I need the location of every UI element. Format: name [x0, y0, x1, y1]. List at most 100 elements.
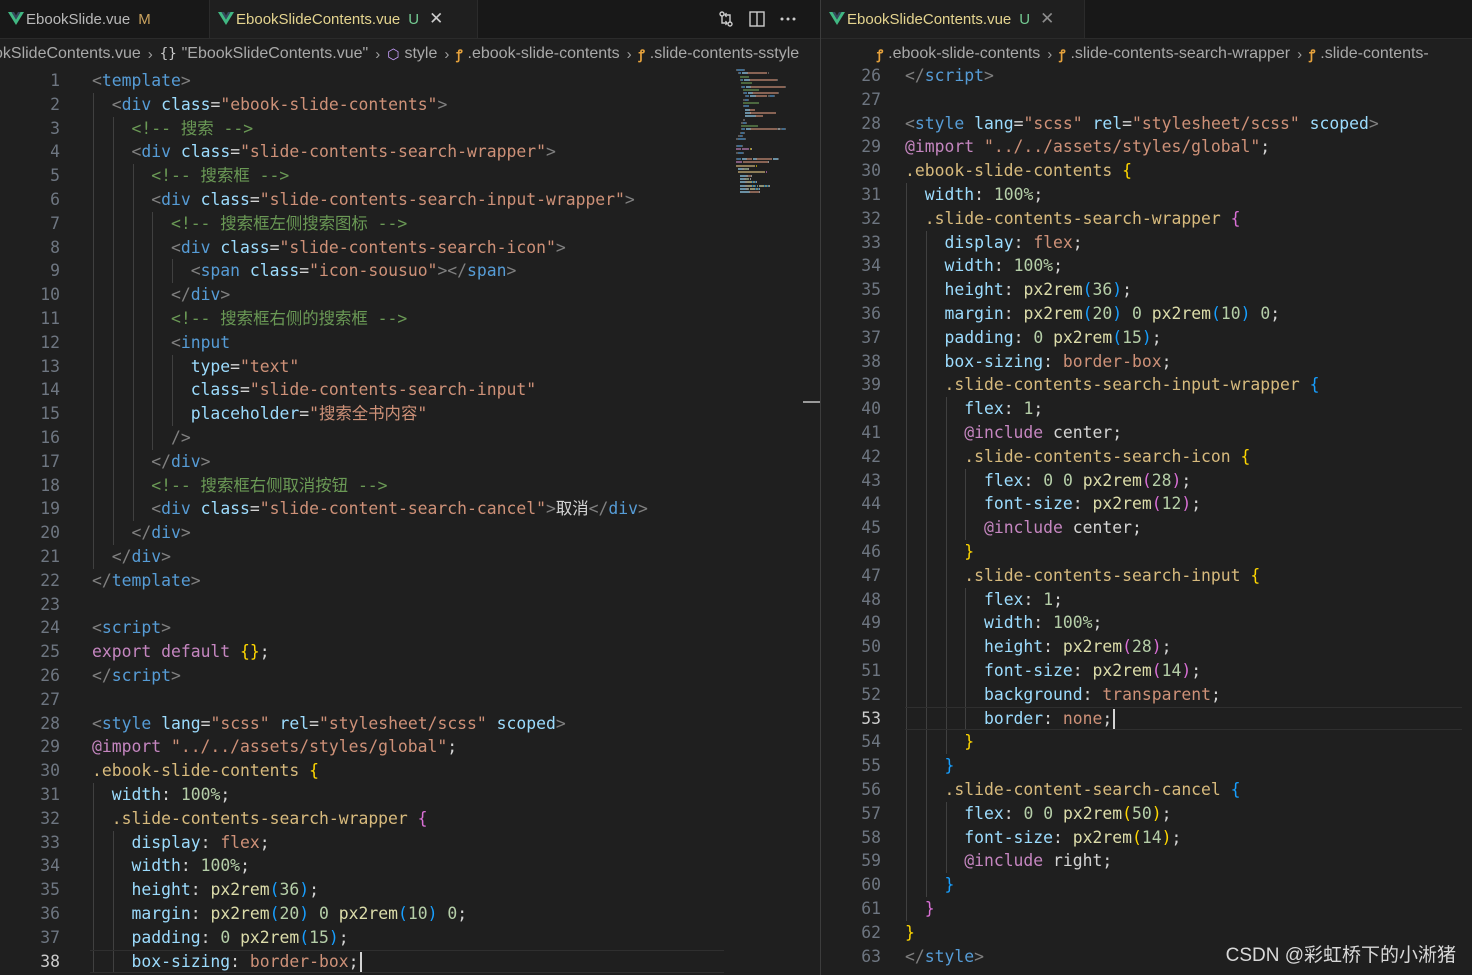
code-line[interactable]: 43 flex: 0 0 px2rem(28);: [821, 468, 1472, 493]
breadcrumb-item-selector[interactable]: ꝭ .ebook-slide-contents: [877, 45, 1040, 63]
code-line[interactable]: 23: [0, 593, 820, 617]
code-line[interactable]: 45 @include center;: [821, 516, 1472, 540]
code-line[interactable]: 57 flex: 0 0 px2rem(50);: [821, 801, 1472, 826]
breadcrumb-item-selector[interactable]: ꝭ .slide-contents-search-wrapper: [1059, 45, 1290, 63]
code-editor-right[interactable]: 26 </script> 27 28 <style lang="scss" rel="s…: [821, 64, 1472, 975]
compare-changes-icon[interactable]: [715, 8, 737, 30]
vertical-scrollbar[interactable]: [800, 69, 820, 975]
code-line[interactable]: 19 <div class="slide-content-search-canc…: [0, 497, 820, 522]
code-line[interactable]: 8 <div class="slide-contents-search-icon…: [0, 235, 820, 260]
tab-ebookslide[interactable]: EbookSlide.vue M: [0, 0, 210, 38]
code-line[interactable]: 38 box-sizing: border-box;: [821, 349, 1472, 374]
code-line[interactable]: 29 @import "../../assets/styles/global";: [821, 135, 1472, 159]
code-line[interactable]: 51 font-size: px2rem(14);: [821, 659, 1472, 683]
code-line[interactable]: 58 font-size: px2rem(14);: [821, 825, 1472, 850]
code-line[interactable]: 26 </script>: [821, 64, 1472, 88]
code-line[interactable]: 31 width: 100%;: [0, 783, 820, 807]
code-line[interactable]: 37 padding: 0 px2rem(15);: [0, 925, 820, 950]
code-line[interactable]: 32 .slide-contents-search-wrapper {: [821, 206, 1472, 231]
code-line[interactable]: 29 @import "../../assets/styles/global";: [0, 735, 820, 759]
code-line[interactable]: 40 flex: 1;: [821, 397, 1472, 421]
breadcrumb-item-component[interactable]: {} "EbookSlideContents.vue": [160, 45, 368, 63]
code-line[interactable]: 21 </div>: [0, 545, 820, 569]
code-line[interactable]: 28 <style lang="scss" rel="stylesheet/scs…: [821, 112, 1472, 136]
more-actions-icon[interactable]: [777, 8, 799, 30]
code-line[interactable]: 37 padding: 0 px2rem(15);: [821, 325, 1472, 350]
code-line[interactable]: 15 placeholder="搜索全书内容": [0, 402, 820, 426]
code-line[interactable]: 46 }: [821, 540, 1472, 564]
code-line[interactable]: 50 height: px2rem(28);: [821, 635, 1472, 659]
code-line[interactable]: 27: [0, 688, 820, 712]
code-line[interactable]: 42 .slide-contents-search-icon {: [821, 444, 1472, 469]
minimap[interactable]: [732, 69, 792, 199]
code-line[interactable]: 2 <div class="ebook-slide-contents">: [0, 92, 820, 117]
code-line[interactable]: 47 .slide-contents-search-input {: [821, 563, 1472, 588]
code-line[interactable]: 30 .ebook-slide-contents {: [821, 159, 1472, 183]
code-line[interactable]: 61 }: [821, 897, 1472, 921]
code-line[interactable]: 32 .slide-contents-search-wrapper {: [0, 806, 820, 831]
code-line[interactable]: 30 .ebook-slide-contents {: [0, 759, 820, 783]
code-line[interactable]: 7 <!-- 搜索框左侧搜索图标 -->: [0, 211, 820, 236]
code-line[interactable]: 38 box-sizing: border-box;: [0, 949, 820, 974]
code-line[interactable]: 14 class="slide-contents-search-input": [0, 378, 820, 403]
close-icon[interactable]: ✕: [429, 9, 443, 29]
code-line[interactable]: 41 @include center;: [821, 421, 1472, 445]
code-line[interactable]: 12 <input: [0, 330, 820, 355]
line-number: 63: [861, 946, 881, 966]
code-line[interactable]: 1 <template>: [0, 69, 820, 93]
code-line[interactable]: 28 <style lang="scss" rel="stylesheet/scs…: [0, 712, 820, 736]
split-editor-icon[interactable]: [746, 8, 768, 30]
code-line[interactable]: 18 <!-- 搜索框右侧取消按钮 -->: [0, 473, 820, 498]
code-line[interactable]: 48 flex: 1;: [821, 587, 1472, 612]
code-line[interactable]: 52 background: transparent;: [821, 682, 1472, 707]
code-line[interactable]: 35 height: px2rem(36);: [0, 878, 820, 902]
code-line[interactable]: 60 }: [821, 873, 1472, 897]
breadcrumb-item-selector[interactable]: ꝭ .slide-contents-sstyle: [639, 45, 800, 63]
code-line[interactable]: 27: [821, 88, 1472, 112]
code-line[interactable]: 33 display: flex;: [0, 830, 820, 855]
code-line[interactable]: 55 }: [821, 754, 1472, 778]
code-line[interactable]: 13 type="text": [0, 354, 820, 379]
code-line[interactable]: 24 <script>: [0, 616, 820, 640]
code-line[interactable]: 3 <!-- 搜索 -->: [0, 116, 820, 141]
code-line[interactable]: 20 </div>: [0, 521, 820, 545]
code-line[interactable]: 49 width: 100%;: [821, 611, 1472, 636]
code-line[interactable]: 17 </div>: [0, 449, 820, 474]
code-line[interactable]: 59 @include right;: [821, 849, 1472, 874]
code-line[interactable]: 53 border: none;: [821, 706, 1472, 731]
code-line[interactable]: 22 </template>: [0, 569, 820, 593]
code-line[interactable]: 54 }: [821, 730, 1472, 755]
code-line[interactable]: 34 width: 100%;: [821, 254, 1472, 279]
code-line[interactable]: 31 width: 100%;: [821, 183, 1472, 207]
tab-ebookslidecontents[interactable]: EbookSlideContents.vue U ✕: [210, 0, 478, 38]
code-line[interactable]: 36 margin: px2rem(20) 0 px2rem(10) 0;: [821, 302, 1472, 326]
breadcrumb-item-selector[interactable]: ꝭ .slide-contents-: [1309, 45, 1429, 63]
code-line[interactable]: 11 <!-- 搜索框右侧的搜索框 -->: [0, 307, 820, 331]
code-line[interactable]: 39 .slide-contents-search-input-wrapper …: [821, 373, 1472, 398]
code-line[interactable]: 9 <span class="icon-sousuo"></span>: [0, 259, 820, 284]
breadcrumb-item-style[interactable]: ⬡ style: [387, 45, 437, 63]
code-line[interactable]: 34 width: 100%;: [0, 854, 820, 879]
indent-guide: [172, 378, 174, 403]
code-editor-left[interactable]: 1 <template> 2 <div class="ebook-slide-con…: [0, 69, 820, 975]
minimap-token: [737, 138, 745, 141]
code-line[interactable]: 16 />: [0, 426, 820, 450]
code-line[interactable]: 36 margin: px2rem(20) 0 px2rem(10) 0;: [0, 902, 820, 926]
code-line[interactable]: 44 font-size: px2rem(12);: [821, 492, 1472, 517]
tab-ebookslidecontents[interactable]: EbookSlideContents.vue U ✕: [821, 0, 1085, 38]
code-line[interactable]: 5 <!-- 搜索框 -->: [0, 164, 820, 188]
code-line[interactable]: 26 </script>: [0, 664, 820, 688]
code-line[interactable]: 6 <div class="slide-contents-search-inpu…: [0, 188, 820, 212]
code-line[interactable]: 25 export default {};: [0, 640, 820, 664]
code-line[interactable]: 4 <div class="slide-contents-search-wrap…: [0, 140, 820, 165]
code-line[interactable]: 33 display: flex;: [821, 230, 1472, 255]
code-line[interactable]: 35 height: px2rem(36);: [821, 278, 1472, 302]
code-line[interactable]: 56 .slide-content-search-cancel {: [821, 778, 1472, 802]
code-line[interactable]: 10 </div>: [0, 283, 820, 307]
close-icon[interactable]: ✕: [1040, 9, 1054, 29]
breadcrumb-item-file[interactable]: okSlideContents.vue: [0, 45, 141, 63]
breadcrumb-item-selector[interactable]: ꝭ .ebook-slide-contents: [456, 45, 619, 63]
